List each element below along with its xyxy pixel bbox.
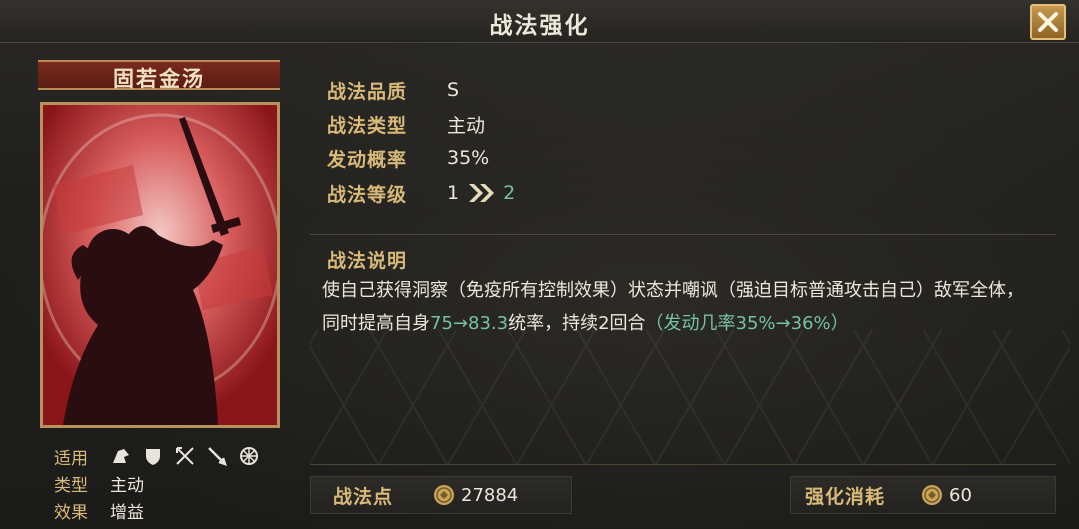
level-label: 战法等级	[327, 183, 408, 206]
description-title: 战法说明	[327, 250, 408, 272]
coin-icon	[434, 485, 454, 505]
skill-points-label: 战法点	[333, 485, 394, 508]
description-highlight: （发动几率35%→36%）	[645, 313, 849, 334]
attr-row-type: 类型 主动	[54, 471, 144, 496]
coin-icon	[922, 485, 942, 505]
skill-points-bar: 战法点 27884	[310, 476, 572, 514]
crossbow-icon	[176, 447, 194, 465]
footer-divider	[310, 464, 1056, 465]
wheel-icon	[240, 447, 258, 465]
background-pattern	[310, 330, 1070, 465]
description-highlight: 75→83.3	[430, 313, 509, 334]
level-next: 2	[503, 182, 516, 204]
skill-card-art	[43, 105, 277, 425]
attr-row-effect: 效果 增益	[54, 498, 144, 523]
cavalry-icon	[113, 449, 129, 463]
spear-icon	[208, 447, 227, 466]
rate-value: 35%	[447, 147, 490, 169]
info-row-level: 战法等级 1 2	[327, 180, 515, 206]
attr-value: 增益	[110, 502, 144, 523]
double-chevron-right-icon	[469, 184, 495, 202]
section-divider	[310, 234, 1056, 235]
quality-value: S	[447, 79, 460, 101]
skill-name: 固若金汤	[113, 67, 205, 91]
attr-label: 类型	[54, 475, 88, 496]
skill-card	[40, 102, 280, 428]
upgrade-cost-value: 60	[949, 484, 972, 506]
attr-row-applicable: 适用	[54, 444, 270, 469]
info-row-type: 战法类型 主动	[327, 111, 485, 137]
info-row-quality: 战法品质 S	[327, 77, 459, 103]
type-label: 战法类型	[327, 114, 408, 137]
description-text: 使自己获得洞察（免疫所有控制效果）状态并嘲讽（强迫目标普通攻击自己）敌军全体，同…	[322, 274, 1040, 340]
attr-value: 主动	[110, 475, 144, 496]
skill-name-banner: 固若金汤	[38, 60, 280, 91]
info-row-rate: 发动概率 35%	[327, 145, 489, 171]
shield-icon	[146, 449, 160, 465]
page-title: 战法强化	[489, 13, 590, 39]
upgrade-cost-bar: 强化消耗 60	[790, 476, 1056, 514]
attr-label: 适用	[54, 448, 88, 469]
level-current: 1	[447, 182, 460, 204]
description-part: 统率，持续2回合	[508, 313, 646, 334]
quality-label: 战法品质	[327, 80, 408, 103]
rate-label: 发动概率	[327, 148, 408, 171]
attr-label: 效果	[54, 502, 88, 523]
type-value: 主动	[447, 114, 486, 137]
close-button[interactable]	[1030, 4, 1066, 40]
header-bar: 战法强化	[0, 0, 1079, 43]
upgrade-cost-label: 强化消耗	[805, 485, 886, 508]
skill-points-value: 27884	[461, 484, 519, 506]
close-icon	[1038, 12, 1058, 32]
